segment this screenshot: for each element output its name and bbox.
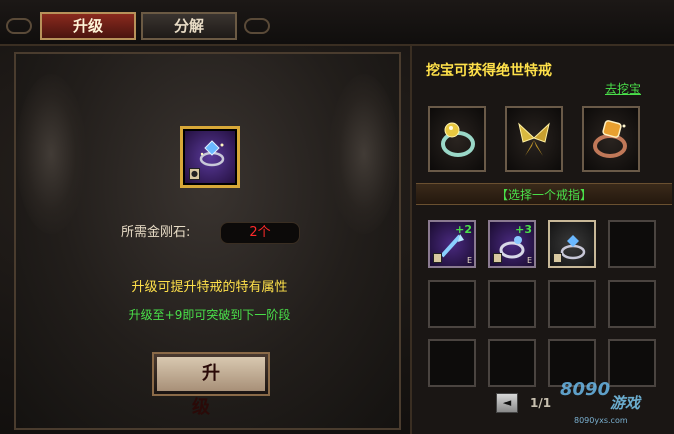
ring-slot-empty[interactable] bbox=[608, 280, 656, 328]
ring-slot-empty[interactable] bbox=[428, 280, 476, 328]
tabbar-ornament-right bbox=[244, 18, 270, 34]
watermark-url: 8090yxs.com bbox=[574, 416, 628, 425]
showcase-ring-3 bbox=[582, 106, 640, 172]
tabbar-ornament-left bbox=[6, 18, 32, 34]
lock-icon bbox=[493, 253, 502, 263]
breakthrough-info-text: 升级至+9即可突破到下一阶段 bbox=[128, 308, 291, 322]
required-diamond-label: 所需金刚石: bbox=[121, 225, 191, 240]
upgrade-info-text: 升级可提升特戒的特有属性 bbox=[131, 280, 288, 295]
ring-upgrade-window: 升级 分解 ● 所需金刚石: 2个 升级可提升特戒的特有属性 升级至+9即可突破… bbox=[0, 0, 674, 434]
ring-slot-empty[interactable] bbox=[488, 339, 536, 387]
ring-slot-empty[interactable] bbox=[548, 280, 596, 328]
dragon-ornament-left bbox=[16, 74, 86, 234]
selected-ring-icon bbox=[199, 140, 225, 167]
enhance-level: +3 bbox=[515, 223, 532, 236]
select-ring-label: 【选择一个戒指】 bbox=[495, 188, 592, 202]
upgrade-button[interactable]: 升 级 bbox=[152, 352, 270, 418]
ring-select-panel: 挖宝可获得绝世特戒 去挖宝 【选择一个戒指】 +2 E +3 E ◄ 1/1 8… bbox=[410, 46, 674, 434]
lock-icon bbox=[433, 253, 442, 263]
ring-slot-empty[interactable] bbox=[608, 220, 656, 268]
watermark-brand: 游戏 bbox=[610, 394, 641, 412]
prev-page-button[interactable]: ◄ bbox=[496, 393, 518, 413]
ring-slot-empty[interactable] bbox=[488, 280, 536, 328]
lock-icon bbox=[553, 253, 562, 263]
go-dig-link[interactable]: 去挖宝 bbox=[605, 80, 641, 97]
tab-decompose[interactable]: 分解 bbox=[141, 12, 237, 40]
ring-slot-empty[interactable] bbox=[608, 339, 656, 387]
pearl-ring-icon bbox=[441, 122, 475, 157]
enhance-level: +2 bbox=[455, 223, 472, 236]
lock-icon: ● bbox=[189, 168, 200, 180]
ring-slot-1[interactable]: +2 E bbox=[428, 220, 476, 268]
equip-grade: E bbox=[526, 256, 532, 265]
upgrade-panel: ● 所需金刚石: 2个 升级可提升特戒的特有属性 升级至+9即可突破到下一阶段 … bbox=[14, 52, 401, 430]
dragon-ornament-right bbox=[329, 74, 399, 234]
showcase-ring-1 bbox=[428, 106, 486, 172]
treasure-title: 挖宝可获得绝世特戒 bbox=[426, 63, 552, 79]
ring-slot-3[interactable] bbox=[548, 220, 596, 268]
required-diamond-value: 2个 bbox=[220, 222, 300, 244]
equip-grade: E bbox=[466, 256, 472, 265]
ring-slot-empty[interactable] bbox=[428, 339, 476, 387]
amber-gem-ring-icon bbox=[593, 120, 627, 158]
gold-butterfly-ring-icon bbox=[518, 122, 550, 156]
page-indicator: 1/1 bbox=[530, 396, 552, 410]
tab-upgrade[interactable]: 升级 bbox=[40, 12, 136, 40]
ring-slot-2[interactable]: +3 E bbox=[488, 220, 536, 268]
selected-ring-slot[interactable]: ● bbox=[180, 126, 240, 188]
tab-bar: 升级 分解 bbox=[0, 0, 674, 46]
showcase-ring-2 bbox=[505, 106, 563, 172]
upgrade-button-label: 升 级 bbox=[157, 357, 265, 418]
watermark-logo: 8090 bbox=[560, 379, 611, 400]
